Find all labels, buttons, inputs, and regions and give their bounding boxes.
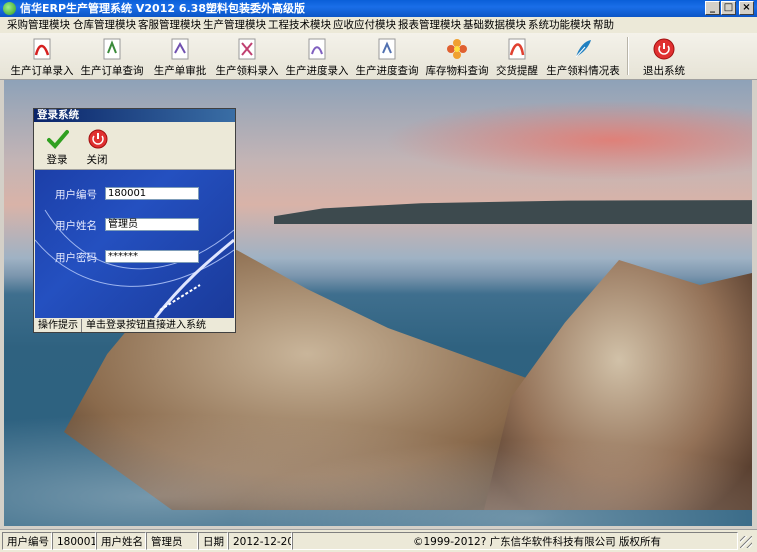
tool-material-report[interactable]: 生产领料情况表 xyxy=(546,35,620,77)
login-dialog-toolbar: 登录 关闭 xyxy=(34,123,235,170)
tool-label: 退出系统 xyxy=(643,65,685,77)
tool-label: 生产订单录入 xyxy=(10,65,74,77)
toolbar: 生产订单录入 生产订单查询 生产单审批 生产领料录入 生产进度录入 生产进度查询… xyxy=(0,33,757,80)
status-bar: 用户编号 180001 用户姓名 管理员 日期 2012-12-20 ©1999… xyxy=(0,529,757,552)
status-date-label: 日期 xyxy=(198,532,228,550)
minimize-button[interactable]: _ xyxy=(705,1,720,15)
close-button[interactable]: × xyxy=(739,1,754,15)
login-dialog-title[interactable]: 登录系统 xyxy=(34,109,235,122)
tool-order-approve[interactable]: 生产单审批 xyxy=(150,35,210,77)
app-icon xyxy=(3,2,16,15)
user-name-input[interactable]: 管理员 xyxy=(105,218,199,231)
menu-purchase[interactable]: 采购管理模块 xyxy=(7,17,70,33)
menu-reports[interactable]: 报表管理模块 xyxy=(398,17,461,33)
dialog-close-label: 关闭 xyxy=(86,154,108,166)
window-title: 信华ERP生产管理系统 V2012 6.38塑料包装委外高级版 xyxy=(20,2,305,15)
menu-system[interactable]: 系统功能模块 xyxy=(528,17,591,33)
menu-customer-service[interactable]: 客服管理模块 xyxy=(138,17,201,33)
tool-label: 生产领料录入 xyxy=(215,65,279,77)
menu-production[interactable]: 生产管理模块 xyxy=(203,17,266,33)
power-icon xyxy=(88,129,108,149)
tool-progress-query[interactable]: 生产进度查询 xyxy=(355,35,419,77)
document-search-icon xyxy=(103,38,121,60)
exit-power-icon xyxy=(653,38,675,60)
tool-inventory-query[interactable]: 库存物料查询 xyxy=(425,35,489,77)
pdf-document-icon xyxy=(33,38,51,60)
login-form-panel: 用户编号 180001 用户姓名 管理员 用户密码 ****** xyxy=(35,170,234,318)
status-date: 2012-12-20 xyxy=(228,532,292,550)
flower-inventory-icon xyxy=(447,39,467,59)
checkmark-icon xyxy=(47,130,69,149)
distant-land xyxy=(274,200,752,224)
feather-report-icon xyxy=(575,40,591,58)
tool-order-query[interactable]: 生产订单查询 xyxy=(80,35,144,77)
toolbar-separator xyxy=(627,37,629,75)
menu-bar: 采购管理模块 仓库管理模块 客服管理模块 生产管理模块 工程技术模块 应收应付模… xyxy=(0,17,757,33)
login-dialog: 登录系统 登录 关闭 用户编号 180001 用户姓名 管理员 用户密码 ***… xyxy=(33,108,236,333)
dialog-close-button[interactable]: 关闭 xyxy=(80,126,114,166)
document-progress-icon xyxy=(308,38,326,60)
tool-label: 库存物料查询 xyxy=(425,65,489,77)
tool-delivery-reminder[interactable]: 交货提醒 xyxy=(495,35,539,77)
main-window: 信华ERP生产管理系统 V2012 6.38塑料包装委外高级版 _ □ × 采购… xyxy=(0,0,757,552)
login-button-label: 登录 xyxy=(46,154,68,166)
tool-label: 生产进度查询 xyxy=(355,65,419,77)
menu-help[interactable]: 帮助 xyxy=(593,17,614,33)
title-bar[interactable]: 信华ERP生产管理系统 V2012 6.38塑料包装委外高级版 _ □ × xyxy=(0,0,757,17)
status-copyright: ©1999-2012? 广东信华软件科技有限公司 版权所有 xyxy=(292,532,738,550)
menu-engineering[interactable]: 工程技术模块 xyxy=(268,17,331,33)
menu-warehouse[interactable]: 仓库管理模块 xyxy=(73,17,136,33)
password-label: 用户密码 xyxy=(55,252,97,264)
document-approve-icon xyxy=(171,38,189,60)
tool-label: 交货提醒 xyxy=(496,65,538,77)
hint-label: 操作提示 xyxy=(35,319,82,332)
menu-base-data[interactable]: 基础数据模块 xyxy=(463,17,526,33)
document-query-icon xyxy=(378,38,396,60)
password-input[interactable]: ****** xyxy=(105,250,199,263)
status-user-id-label: 用户编号 xyxy=(2,532,52,550)
tool-label: 生产进度录入 xyxy=(285,65,349,77)
maximize-button[interactable]: □ xyxy=(721,1,736,15)
sea-foam xyxy=(4,380,752,526)
tool-order-entry[interactable]: 生产订单录入 xyxy=(10,35,74,77)
tool-label: 生产领料情况表 xyxy=(546,65,620,77)
tool-label: 生产单审批 xyxy=(153,65,207,77)
tool-exit[interactable]: 退出系统 xyxy=(636,35,692,77)
user-name-label: 用户姓名 xyxy=(55,220,97,232)
hint-text: 单击登录按钮直接进入系统 xyxy=(86,320,206,331)
status-user-name: 管理员 xyxy=(146,532,198,550)
tool-progress-entry[interactable]: 生产进度录入 xyxy=(285,35,349,77)
login-button[interactable]: 登录 xyxy=(40,126,74,166)
status-user-name-label: 用户姓名 xyxy=(96,532,146,550)
menu-receivables[interactable]: 应收应付模块 xyxy=(333,17,396,33)
tool-material-entry[interactable]: 生产领料录入 xyxy=(215,35,279,77)
document-pick-icon xyxy=(238,38,256,60)
sky-clouds xyxy=(384,100,752,180)
delivery-reminder-icon xyxy=(508,38,526,60)
user-id-label: 用户编号 xyxy=(55,189,97,201)
user-id-input[interactable]: 180001 xyxy=(105,187,199,200)
status-user-id: 180001 xyxy=(52,532,96,550)
resize-grip-icon[interactable] xyxy=(740,536,752,548)
login-hint-bar: 操作提示 单击登录按钮直接进入系统 xyxy=(35,319,234,332)
tool-label: 生产订单查询 xyxy=(80,65,144,77)
